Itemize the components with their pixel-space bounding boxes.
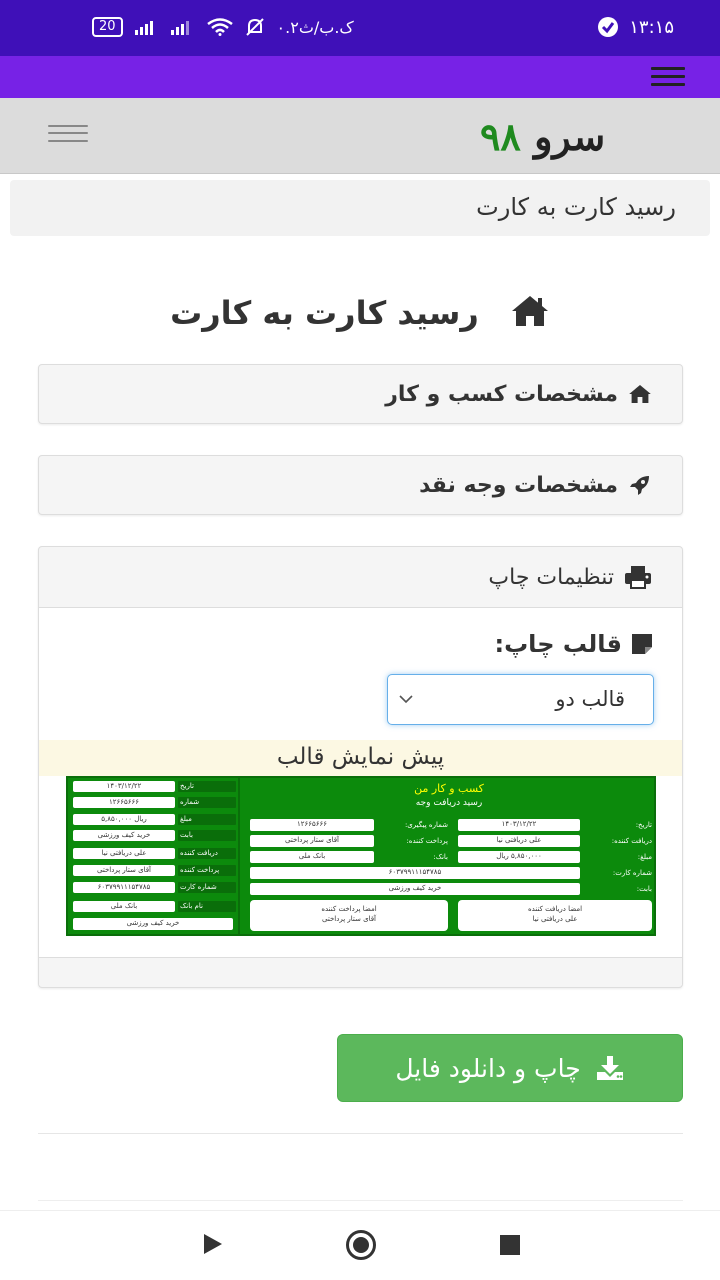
stub-for-value: خرید کیف ورزشی [73,830,175,841]
stub-card-value: ۶۰۳۷۹۹۱۱۱۵۴۷۸۵ [73,882,175,893]
chevron-down-icon [398,675,414,743]
receipt-amount-value: ۵,۸۵۰,۰۰۰ ریال [458,851,580,863]
page-title: رسید کارت به کارت [0,294,720,336]
receipt-date-label: تاریخ: [635,821,652,829]
receipt-tracking-label: شماره پیگیری: [404,821,448,829]
back-icon[interactable] [204,1234,222,1254]
app-top-bar [0,56,720,98]
cash-panel-header[interactable]: مشخصات وجه نقد [39,456,682,514]
mute-bell-icon [245,18,264,36]
receipt-bank-value: بانک ملی [250,851,374,863]
receipt-tracking-value: ۱۲۶۶۵۶۶۶ [250,819,374,831]
download-icon [596,1056,623,1080]
template-label: قالب چاپ: [494,630,654,658]
receipt-main: کسب و کار من رسید دریافت وجه تاریخ: ۱۴۰۳… [242,778,656,934]
template-select-value: قالب دو [555,687,625,711]
stub-date-value: ۱۴۰۳/۱۲/۲۲ [73,781,175,792]
stub-number-value: ۱۲۶۶۵۶۶۶ [73,797,175,808]
home-button-icon[interactable] [346,1230,376,1260]
receipt-card-label: شماره کارت: [612,869,652,877]
site-navbar: سرو ۹۸ [0,98,720,174]
navbar-toggle-icon[interactable] [48,125,88,145]
status-right: ۱۳:۱۵ [597,16,674,38]
clock: ۱۳:۱۵ [629,16,674,38]
sig-payer-value: آقای ستار پرداختی [322,915,376,923]
sig-payer-label: امضا پرداخت کننده [321,905,377,913]
stub-card-label: شماره کارت [180,883,217,891]
home-icon [510,294,550,336]
stub-bank-label: نام بانک [180,902,203,910]
receipt-date-value: ۱۴۰۳/۱۲/۲۲ [458,819,580,831]
print-download-label: چاپ و دانلود فایل [395,1053,581,1083]
brand-logo[interactable]: سرو ۹۸ [480,114,605,159]
receipt-card-value: ۶۰۳۷۹۹۱۱۱۵۴۷۸۵ [250,867,580,879]
cash-panel-title: مشخصات وجه نقد [419,472,618,498]
stub-amount-value: ۵,۸۵۰,۰۰۰ ریال [73,814,175,825]
brand-word: سرو [534,114,606,159]
receipt-for-value: خرید کیف ورزشی [250,883,580,895]
breadcrumb: رسید کارت به کارت [10,180,710,236]
receipt-preview: ۱۴۰۳/۱۲/۲۲ تاریخ ۱۲۶۶۵۶۶۶ شماره ۵,۸۵۰,۰۰… [66,776,656,936]
note-icon [632,634,652,654]
print-panel-body: قالب چاپ: قالب دو پیش نمایش قالب ۱۴۰۳/۱۲… [39,607,682,957]
wifi-icon [206,18,233,36]
battery-icon: 20 [92,17,123,37]
shield-check-icon [598,17,619,37]
receipt-payer-label: پرداخت کننده: [406,837,448,845]
stub-for-value-2: خرید کیف ورزشی [73,918,233,930]
cash-panel[interactable]: مشخصات وجه نقد [38,455,683,515]
stub-amount-label: مبلغ [180,815,192,823]
status-left: 20 ۰.۲ک.ب/ث [92,17,354,37]
signal-icon-2 [170,21,189,35]
receipt-for-label: بابت: [636,885,652,893]
printer-icon [625,566,651,589]
print-download-button[interactable]: چاپ و دانلود فایل [337,1034,683,1102]
business-panel[interactable]: مشخصات کسب و کار [38,364,683,424]
print-panel-title: تنظیمات چاپ [488,564,614,590]
print-panel: تنظیمات چاپ قالب چاپ: قالب دو پیش نمایش … [38,546,683,988]
signal-icon [134,21,153,35]
template-select[interactable]: قالب دو [387,674,654,725]
receipt-signature-payer: امضا پرداخت کننده آقای ستار پرداختی [250,900,448,931]
home-icon [629,385,651,403]
business-panel-title: مشخصات کسب و کار [385,381,618,407]
rocket-icon [630,476,649,495]
divider [38,1133,683,1134]
business-panel-header[interactable]: مشخصات کسب و کار [39,365,682,423]
page-title-text: رسید کارت به کارت [170,294,479,332]
stub-payer-label: پرداخت کننده [180,866,220,874]
stub-number-label: شماره [180,798,200,806]
stub-bank-value: بانک ملی [73,901,175,912]
preview-heading: پیش نمایش قالب [39,740,682,776]
sig-receiver-label: امضا دریافت کننده [527,905,583,913]
stub-payer-value: آقای ستار پرداختی [73,865,175,876]
brand-number: ۹۸ [480,114,521,159]
stub-receiver-value: علی دریافتی نیا [73,848,175,859]
receipt-subtitle: رسید دریافت وجه [415,798,483,808]
receipt-receiver-value: علی دریافتی نیا [458,835,580,847]
stub-for-label: بابت [180,831,193,839]
print-panel-header[interactable]: تنظیمات چاپ [39,547,682,607]
divider [38,1200,683,1201]
print-panel-footer [39,957,682,985]
receipt-payer-value: آقای ستار پرداختی [250,835,374,847]
receipt-title: کسب و کار من [414,782,484,795]
status-bar: 20 ۰.۲ک.ب/ث ۱۳:۱۵ [0,0,720,56]
template-label-text: قالب چاپ: [494,630,622,658]
network-speed: ۰.۲ک.ب/ث [276,17,354,37]
receipt-bank-label: بانک: [433,853,448,861]
recent-apps-icon[interactable] [500,1235,520,1255]
stub-receiver-label: دریافت کننده [180,849,218,857]
receipt-receiver-label: دریافت کننده: [611,837,652,845]
receipt-amount-label: مبلغ: [637,853,652,861]
receipt-signature-receiver: امضا دریافت کننده علی دریافتی نیا [458,900,652,931]
receipt-stub: ۱۴۰۳/۱۲/۲۲ تاریخ ۱۲۶۶۵۶۶۶ شماره ۵,۸۵۰,۰۰… [68,778,240,934]
top-menu-icon[interactable] [651,67,685,87]
sig-receiver-value: علی دریافتی نیا [532,915,578,923]
stub-date-label: تاریخ [180,782,194,790]
